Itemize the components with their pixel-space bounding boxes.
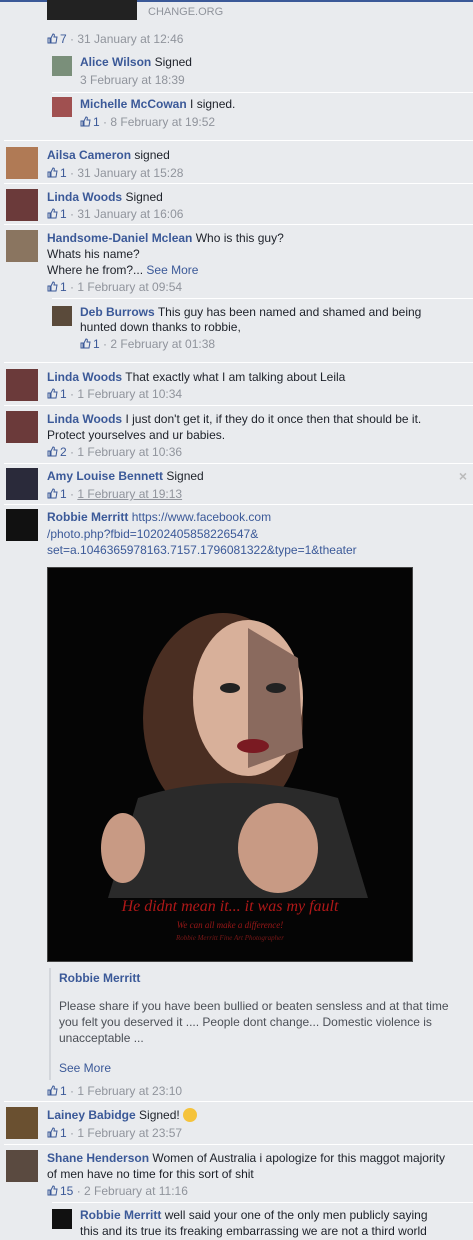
comment: Handsome-Daniel Mclean Who is this guy?	[47, 231, 284, 245]
comment: Shane Henderson Women of Australia i apo…	[47, 1151, 445, 1165]
comment-meta: 1 · 1 February at 23:10	[47, 1083, 182, 1100]
comment-meta: 2 · 1 February at 10:36	[47, 444, 182, 461]
thumbs-up-icon	[47, 166, 58, 178]
thumbs-up-icon	[47, 387, 58, 399]
reply: Michelle McCowan I signed.	[80, 97, 236, 111]
thumbs-up-icon	[47, 1084, 58, 1096]
thumbs-up-icon	[47, 280, 58, 292]
comment-meta: 1 · 1 February at 10:34	[47, 386, 182, 403]
reply-meta: 1 · 8 February at 19:52	[80, 114, 215, 131]
see-more-link[interactable]: See More	[146, 263, 198, 277]
avatar[interactable]	[6, 509, 38, 541]
like-count[interactable]: 7	[60, 32, 67, 46]
avatar[interactable]	[6, 1107, 38, 1139]
post-meta: 7 · 31 January at 12:46	[47, 31, 183, 48]
photo-credit: Robbie Merritt Fine Art Photographer	[176, 934, 284, 942]
reply-meta[interactable]: 3 February at 18:39	[80, 72, 185, 89]
author-name[interactable]: Michelle McCowan	[80, 97, 187, 111]
avatar[interactable]	[52, 1209, 72, 1229]
link-preview-banner[interactable]	[47, 0, 137, 20]
avatar[interactable]	[6, 147, 38, 179]
comment: Linda Woods Signed	[47, 190, 163, 204]
photo-subcaption: We can all make a difference!	[176, 920, 284, 930]
avatar[interactable]	[6, 468, 38, 500]
comment: Robbie Merritt https://www.facebook.com	[47, 510, 272, 524]
comment: Amy Louise Bennett Signed	[47, 469, 204, 483]
avatar[interactable]	[52, 56, 72, 76]
comment-meta: 1 · 31 January at 16:06	[47, 206, 183, 223]
comment-line: Where he from?... See More	[47, 263, 199, 277]
comment-meta: 15 · 2 February at 11:16	[47, 1183, 188, 1200]
avatar[interactable]	[6, 189, 38, 221]
link-preview-source: CHANGE.ORG	[148, 6, 224, 18]
avatar[interactable]	[6, 369, 38, 401]
comment: Lainey Babidge Signed!	[47, 1107, 198, 1124]
timestamp[interactable]: 31 January at 12:46	[77, 32, 183, 46]
reply: Alice Wilson Signed	[80, 55, 192, 69]
reply-meta: 1 · 2 February at 01:38	[80, 336, 215, 353]
avatar[interactable]	[6, 230, 38, 262]
thumbs-up-icon	[47, 445, 58, 457]
comment: Ailsa Cameron signed	[47, 148, 170, 162]
shared-photo[interactable]: He didnt mean it... it was my fault We c…	[47, 567, 413, 962]
author-name[interactable]: Alice Wilson	[80, 55, 151, 69]
close-icon[interactable]: ×	[459, 468, 467, 484]
avatar[interactable]	[6, 411, 38, 443]
smiley-icon	[183, 1108, 198, 1122]
thumbs-up-icon	[47, 487, 58, 499]
avatar[interactable]	[52, 306, 72, 326]
thumbs-up-icon	[47, 1126, 58, 1138]
thumbs-up-icon	[47, 207, 58, 219]
avatar[interactable]	[6, 1150, 38, 1182]
reply: Robbie Merritt well said your one of the…	[80, 1208, 428, 1222]
thumbs-up-icon	[80, 115, 91, 127]
comment-meta: 1 · 1 February at 19:13	[47, 486, 182, 503]
avatar[interactable]	[52, 97, 72, 117]
thumbs-up-icon	[47, 32, 58, 44]
thumbs-up-icon	[47, 1184, 58, 1196]
share-preview: Robbie Merritt Please share if you have …	[49, 968, 461, 1080]
share-author[interactable]: Robbie Merritt	[59, 970, 140, 987]
comment-meta: 1 · 1 February at 23:57	[47, 1125, 182, 1142]
comment-meta: 1 · 31 January at 15:28	[47, 165, 183, 182]
comment: Linda Woods I just don't get it, if they…	[47, 412, 422, 426]
thumbs-up-icon	[80, 337, 91, 349]
comment: Linda Woods That exactly what I am talki…	[47, 370, 346, 384]
see-more-link[interactable]: See More	[59, 1060, 111, 1077]
comment-meta: 1 · 1 February at 09:54	[47, 279, 182, 296]
photo-caption: He didnt mean it... it was my fault	[121, 898, 339, 915]
